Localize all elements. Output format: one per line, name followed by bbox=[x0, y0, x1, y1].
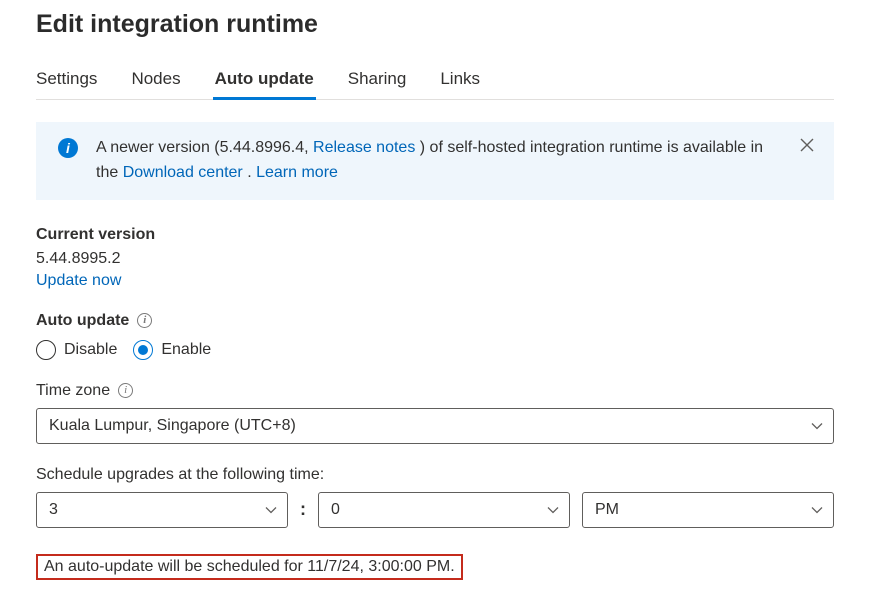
radio-disable-label: Disable bbox=[64, 341, 117, 359]
info-circle-icon[interactable]: i bbox=[118, 383, 133, 398]
radio-disable[interactable]: Disable bbox=[36, 340, 117, 360]
tab-links[interactable]: Links bbox=[440, 67, 480, 99]
info-circle-icon[interactable]: i bbox=[137, 313, 152, 328]
chevron-down-icon bbox=[547, 506, 559, 514]
update-now-link[interactable]: Update now bbox=[36, 272, 121, 290]
chevron-down-icon bbox=[811, 506, 823, 514]
schedule-note: An auto-update will be scheduled for 11/… bbox=[36, 554, 463, 580]
download-center-link[interactable]: Download center bbox=[123, 164, 243, 181]
learn-more-link[interactable]: Learn more bbox=[256, 164, 338, 181]
timezone-label: Time zone i bbox=[36, 382, 834, 400]
radio-disable-circle bbox=[36, 340, 56, 360]
timezone-label-text: Time zone bbox=[36, 382, 110, 400]
tab-auto-update[interactable]: Auto update bbox=[215, 67, 314, 99]
chevron-down-icon bbox=[265, 506, 277, 514]
time-separator: : bbox=[300, 499, 306, 520]
auto-update-label: Auto update i bbox=[36, 312, 834, 330]
current-version-label: Current version bbox=[36, 226, 834, 244]
ampm-value: PM bbox=[595, 501, 619, 519]
info-banner: i A newer version (5.44.8996.4, Release … bbox=[36, 122, 834, 200]
timezone-block: Time zone i Kuala Lumpur, Singapore (UTC… bbox=[36, 382, 834, 444]
hour-value: 3 bbox=[49, 501, 58, 519]
schedule-block: Schedule upgrades at the following time:… bbox=[36, 466, 834, 528]
auto-update-label-text: Auto update bbox=[36, 312, 129, 330]
radio-enable-label: Enable bbox=[161, 341, 211, 359]
auto-update-block: Auto update i Disable Enable bbox=[36, 312, 834, 360]
tabs-bar: Settings Nodes Auto update Sharing Links bbox=[36, 67, 834, 100]
banner-text-1: A newer version (5.44.8996.4, bbox=[96, 139, 313, 156]
minute-value: 0 bbox=[331, 501, 340, 519]
tab-settings[interactable]: Settings bbox=[36, 67, 97, 99]
chevron-down-icon bbox=[811, 422, 823, 430]
page-title: Edit integration runtime bbox=[36, 10, 834, 39]
tab-sharing[interactable]: Sharing bbox=[348, 67, 407, 99]
radio-enable-circle bbox=[133, 340, 153, 360]
info-banner-text: A newer version (5.44.8996.4, Release no… bbox=[96, 136, 780, 186]
tab-nodes[interactable]: Nodes bbox=[131, 67, 180, 99]
close-icon[interactable] bbox=[798, 136, 816, 157]
radio-enable[interactable]: Enable bbox=[133, 340, 211, 360]
info-icon: i bbox=[58, 138, 78, 158]
banner-text-3: . bbox=[243, 164, 256, 181]
hour-select[interactable]: 3 bbox=[36, 492, 288, 528]
minute-select[interactable]: 0 bbox=[318, 492, 570, 528]
schedule-label: Schedule upgrades at the following time: bbox=[36, 466, 834, 484]
ampm-select[interactable]: PM bbox=[582, 492, 834, 528]
timezone-value: Kuala Lumpur, Singapore (UTC+8) bbox=[49, 417, 296, 435]
current-version-block: Current version 5.44.8995.2 Update now bbox=[36, 226, 834, 290]
current-version-value: 5.44.8995.2 bbox=[36, 250, 834, 268]
timezone-select[interactable]: Kuala Lumpur, Singapore (UTC+8) bbox=[36, 408, 834, 444]
release-notes-link[interactable]: Release notes bbox=[313, 139, 415, 156]
